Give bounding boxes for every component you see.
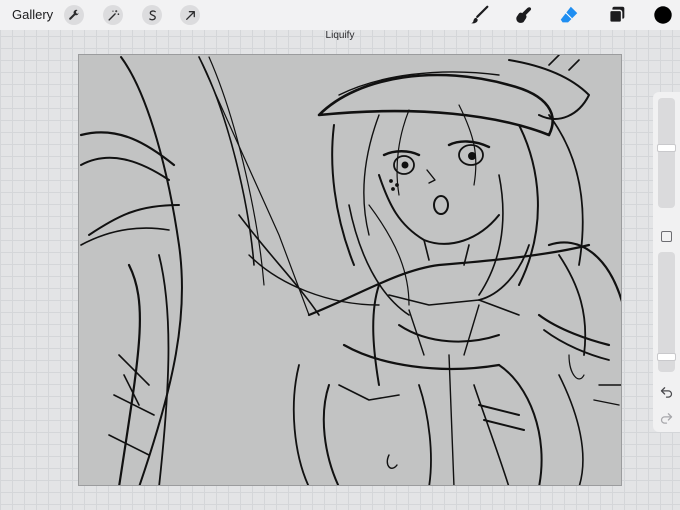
brush-button[interactable] [469,4,491,26]
redo-button[interactable] [659,410,674,425]
modify-button[interactable] [661,231,672,242]
eraser-icon [560,6,578,23]
transform-button[interactable] [180,5,200,25]
selection-button[interactable] [142,5,162,25]
wrench-icon [68,9,79,20]
gallery-button[interactable]: Gallery [12,7,53,22]
redo-icon [660,413,673,424]
smudge-finger-icon [516,7,532,23]
sidebar [653,92,680,432]
drawing-canvas[interactable] [78,54,622,486]
opacity-slider[interactable] [657,252,676,372]
smudge-button[interactable] [513,4,535,26]
mode-label: Liquify [325,30,355,41]
brush-size-thumb[interactable] [657,144,676,152]
opacity-thumb[interactable] [657,353,676,361]
eraser-button[interactable] [558,4,580,26]
arrow-cursor-icon [185,10,195,20]
layers-button[interactable] [606,4,628,26]
brush-icon [471,5,489,24]
actions-button[interactable] [64,5,84,25]
color-button[interactable] [652,4,674,26]
brush-size-slider[interactable] [657,98,676,208]
adjustments-button[interactable] [103,5,123,25]
selection-s-icon [148,9,156,20]
color-swatch [654,6,672,24]
undo-button[interactable] [659,384,674,399]
sketch-artwork [79,55,621,485]
top-toolbar: Gallery [0,0,680,30]
magic-wand-icon [107,9,119,21]
layers-icon [608,6,625,24]
undo-icon [660,387,673,398]
